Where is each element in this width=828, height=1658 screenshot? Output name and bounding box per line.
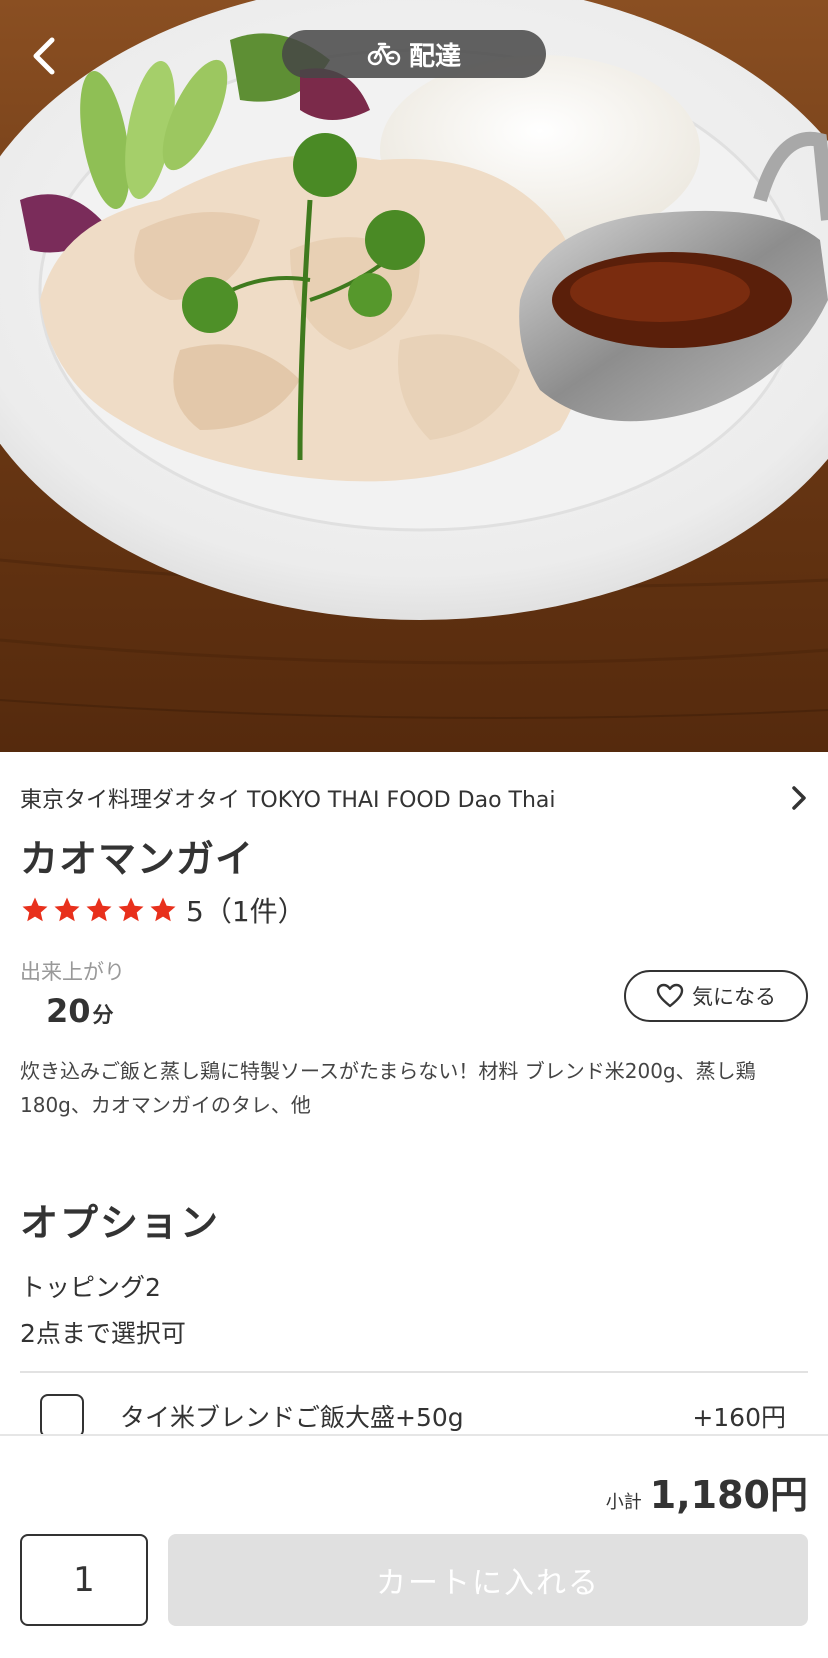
rating[interactable]: 5（1件） [20,890,306,930]
favorite-label: 気になる [692,985,776,1009]
subtotal: 小計 1,180円 [606,1464,808,1519]
add-to-cart-button[interactable]: カートに入れる [168,1534,808,1626]
chevron-right-icon [792,786,806,810]
shop-name: 東京タイ料理ダオタイ TOKYO THAI FOOD Dao Thai [20,788,556,813]
shop-link[interactable]: 東京タイ料理ダオタイ TOKYO THAI FOOD Dao Thai [20,780,808,816]
option-price: +160円 [692,1403,786,1432]
rating-text: 5（1件） [186,895,306,928]
back-button[interactable] [22,28,66,84]
star-icon [22,897,48,922]
subtotal-label: 小計 [605,1492,642,1513]
bottom-bar: 小計 1,180円 1 カートに入れる [0,1434,828,1658]
prep-time-value: 20分 [46,992,114,1030]
heart-icon [656,983,684,1008]
item-title: カオマンガイ [20,837,255,881]
star-icon [118,897,144,922]
quantity-selector[interactable]: 1 [20,1534,148,1626]
hero-image: 配達 [0,0,828,752]
option-group-name: トッピング2 [20,1273,161,1302]
divider [20,1371,808,1373]
favorite-button[interactable]: 気になる [624,970,808,1022]
rating-stars [20,895,178,925]
prep-time-unit: 分 [92,1003,114,1027]
option-group-limit: 2点まで選択可 [20,1319,186,1348]
option-checkbox[interactable] [40,1394,84,1438]
mode-label: 配達 [408,41,461,72]
star-icon [54,897,80,922]
options-heading: オプション [20,1201,221,1245]
food-photo [0,0,828,752]
bicycle-icon [367,42,401,66]
delivery-mode-pill[interactable]: 配達 [282,30,546,78]
prep-time-label: 出来上がり [20,960,125,984]
subtotal-value: 1,180円 [649,1473,808,1517]
item-description: 炊き込みご飯と蒸し鶏に特製ソースがたまらない！材料 ブレンド米200g、蒸し鶏1… [20,1059,756,1117]
star-icon [150,897,176,922]
prep-time-number: 20 [46,992,91,1030]
star-icon [86,897,112,922]
option-label: タイ米ブレンドご飯大盛+50g [120,1403,464,1432]
chevron-left-icon [33,37,55,75]
